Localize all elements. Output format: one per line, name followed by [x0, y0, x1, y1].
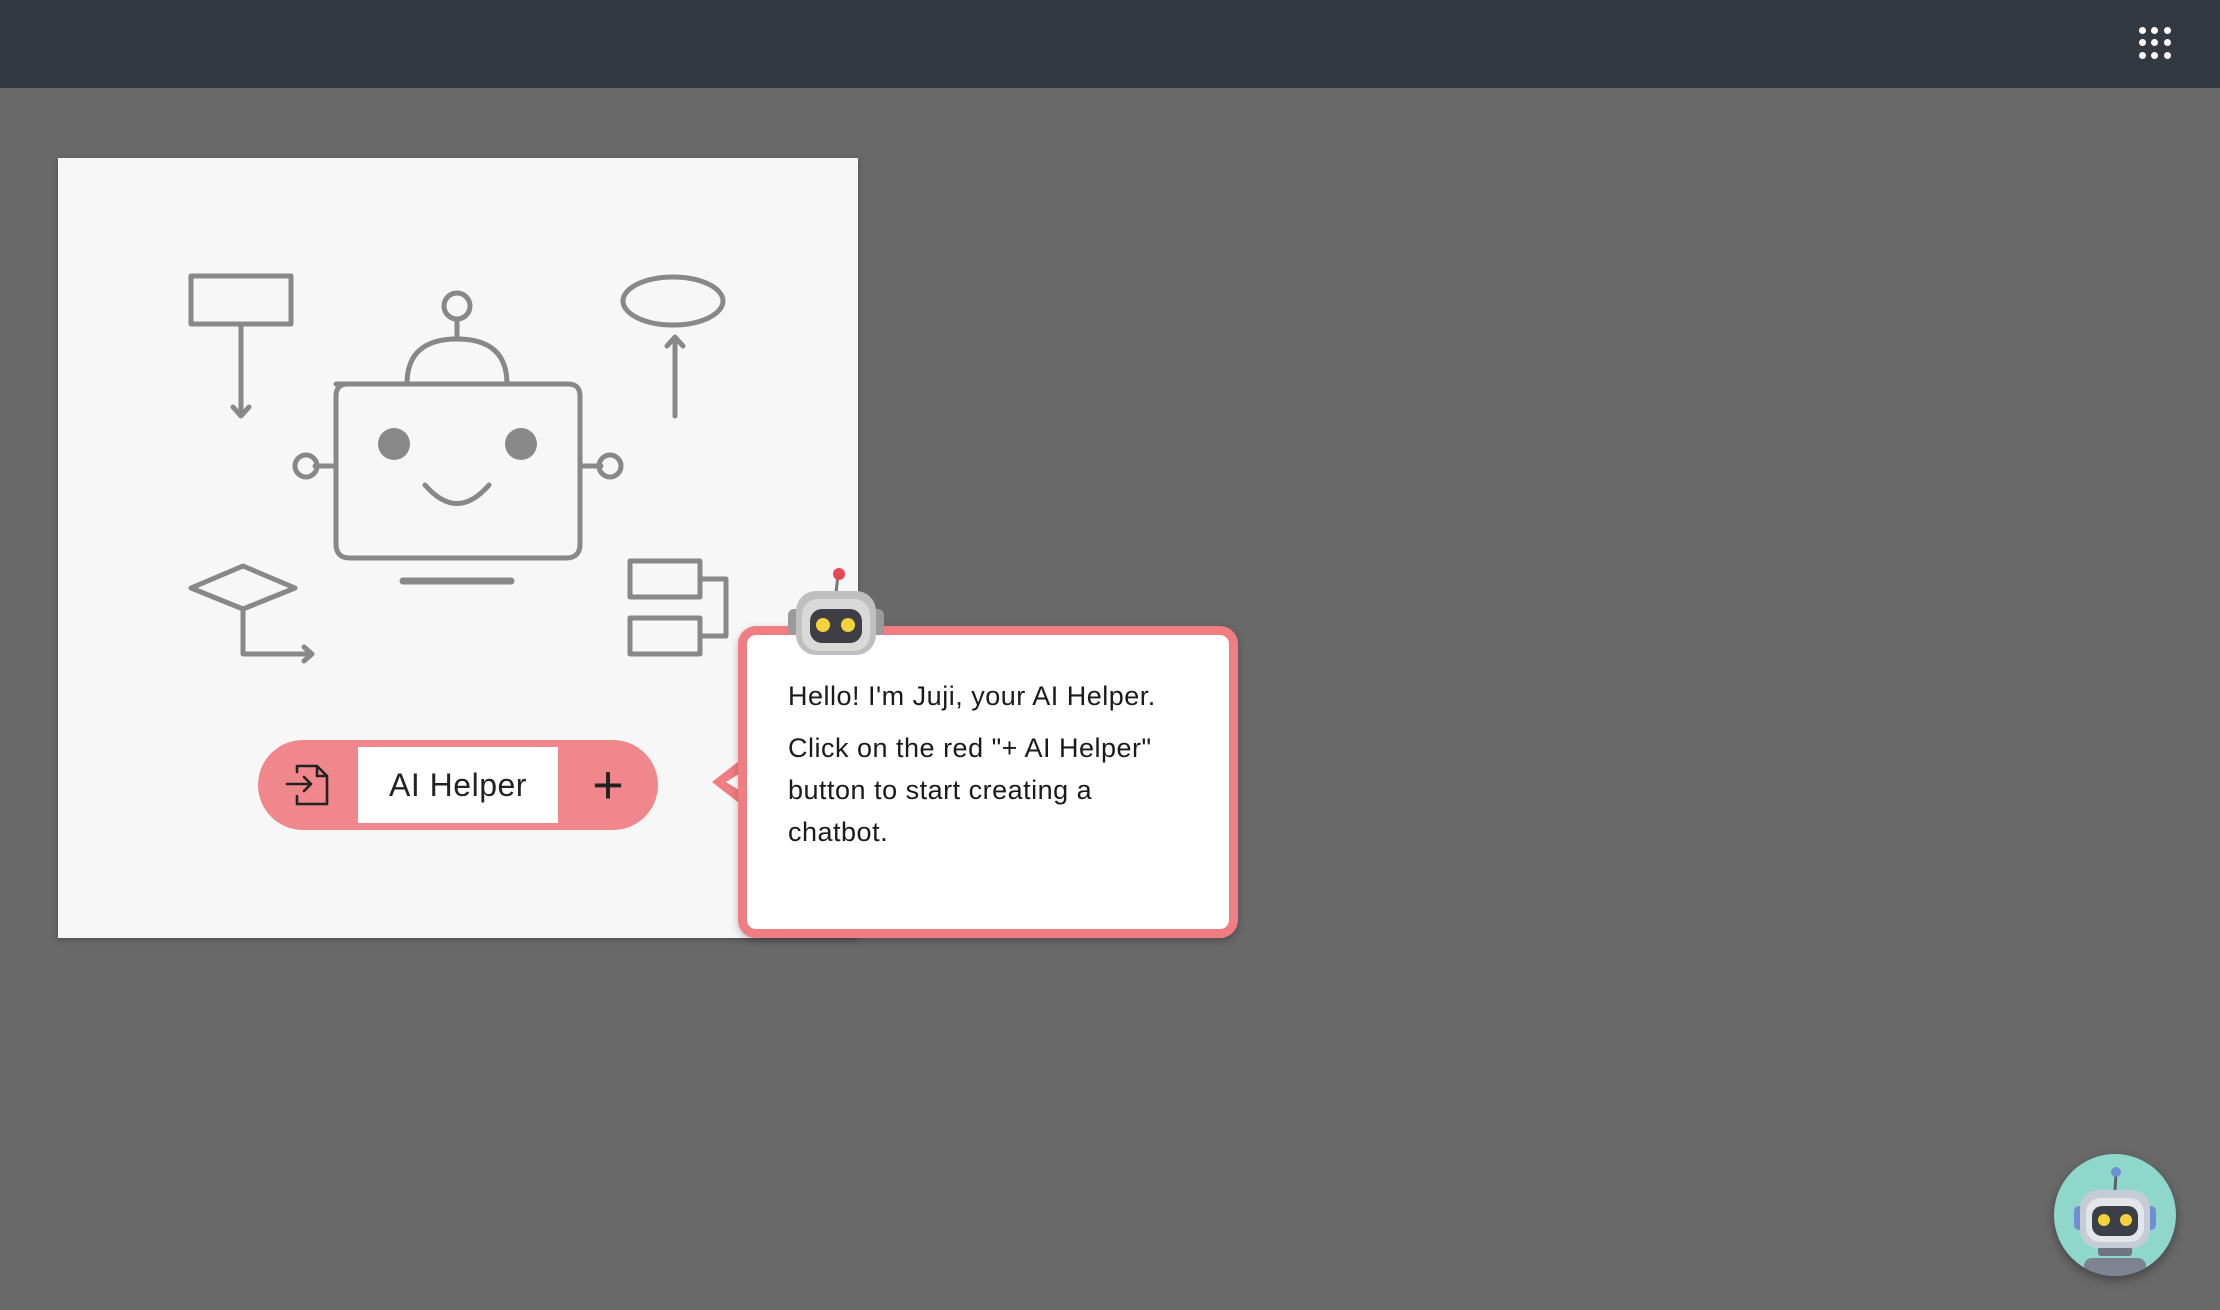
- flow-rect-icon: [188, 273, 294, 419]
- apps-dot: [2164, 52, 2172, 60]
- apps-dot: [2151, 26, 2159, 34]
- tooltip-instruction: Click on the red "+ AI Helper" button to…: [788, 733, 1152, 847]
- apps-dot: [2138, 52, 2146, 60]
- apps-dot: [2138, 26, 2146, 34]
- apps-grid-icon[interactable]: [2138, 26, 2172, 60]
- ai-helper-label[interactable]: AI Helper: [358, 747, 558, 823]
- ai-helper-button-group: AI Helper +: [258, 740, 658, 830]
- add-ai-helper-button[interactable]: +: [558, 740, 658, 830]
- chatbot-assistant-button[interactable]: [2054, 1154, 2176, 1276]
- flow-ellipse-icon: [620, 274, 726, 419]
- apps-dot: [2138, 39, 2146, 47]
- top-bar: [0, 0, 2220, 88]
- apps-dot: [2164, 39, 2172, 47]
- robot-avatar-icon: [2074, 1167, 2156, 1276]
- apps-dot: [2164, 26, 2172, 34]
- robot-face-icon: [292, 290, 624, 585]
- tooltip-greeting: Hello! I'm Juji, your AI Helper.: [788, 681, 1156, 711]
- apps-dot: [2151, 52, 2159, 60]
- chatbot-illustration: [188, 273, 729, 664]
- import-file-icon[interactable]: [258, 740, 358, 830]
- flow-diamond-icon: [188, 563, 315, 664]
- robot-mascot-icon: [788, 568, 884, 655]
- apps-dot: [2151, 39, 2159, 47]
- plus-icon: +: [592, 755, 624, 815]
- flow-blocks-icon: [627, 558, 729, 657]
- ai-helper-tooltip: Hello! I'm Juji, your AI Helper. Click o…: [738, 626, 1238, 938]
